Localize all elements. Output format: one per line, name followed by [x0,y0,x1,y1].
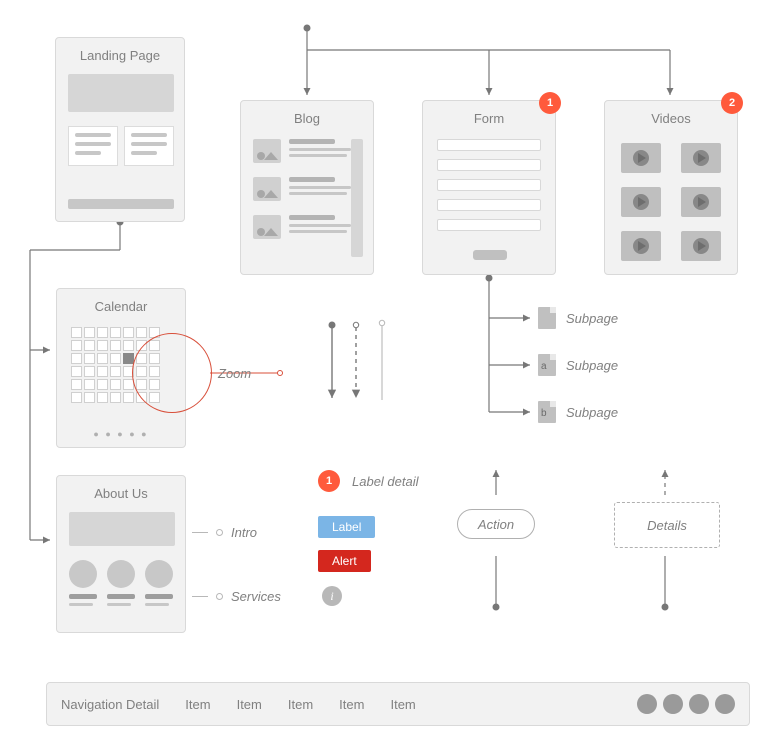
navigation-bar: Navigation Detail Item Item Item Item It… [46,682,750,726]
calendar-title: Calendar [57,289,185,324]
video-thumb[interactable] [681,187,721,217]
form-badge: 1 [539,92,561,114]
info-icon: i [322,586,342,606]
services-annotation: Services [192,589,281,604]
details-box[interactable]: Details [614,502,720,548]
document-icon: a [538,354,556,376]
blog-title: Blog [241,101,373,136]
action-chip[interactable]: Action [457,509,535,539]
videos-badge: 2 [721,92,743,114]
zoom-label: Zoom [218,366,251,381]
badge-sample: 1 [318,470,340,492]
videos-card[interactable]: Videos [604,100,738,275]
zoom-lens [132,333,212,413]
subpage-item[interactable]: Subpage [538,307,618,329]
about-card[interactable]: About Us [56,475,186,633]
subpage-label: Subpage [566,405,618,420]
video-thumb[interactable] [681,231,721,261]
landing-page-title: Landing Page [56,38,184,73]
nav-dot[interactable] [663,694,683,714]
details-label: Details [647,518,687,533]
nav-dot[interactable] [715,694,735,714]
nav-item[interactable]: Item [288,697,313,712]
nav-title: Navigation Detail [61,697,159,712]
video-thumb[interactable] [681,143,721,173]
video-thumb[interactable] [621,231,661,261]
action-label: Action [478,517,514,532]
nav-item[interactable]: Item [185,697,210,712]
subpage-label: Subpage [566,358,618,373]
document-icon [538,307,556,329]
subpage-item[interactable]: a Subpage [538,354,618,376]
nav-dot[interactable] [637,694,657,714]
about-title: About Us [57,476,185,511]
blog-card[interactable]: Blog [240,100,374,275]
document-icon: b [538,401,556,423]
subpage-label: Subpage [566,311,618,326]
subpage-item[interactable]: b Subpage [538,401,618,423]
nav-item[interactable]: Item [237,697,262,712]
label-tag: Label [318,516,375,538]
label-detail-text: Label detail [352,474,419,489]
alert-tag: Alert [318,550,371,572]
form-title: Form [423,101,555,136]
videos-title: Videos [605,101,737,136]
intro-annotation: Intro [192,525,257,540]
nav-item[interactable]: Item [339,697,364,712]
nav-dot[interactable] [689,694,709,714]
video-thumb[interactable] [621,143,661,173]
landing-page-card[interactable]: Landing Page [55,37,185,222]
form-card[interactable]: Form [422,100,556,275]
nav-item[interactable]: Item [390,697,415,712]
video-thumb[interactable] [621,187,661,217]
